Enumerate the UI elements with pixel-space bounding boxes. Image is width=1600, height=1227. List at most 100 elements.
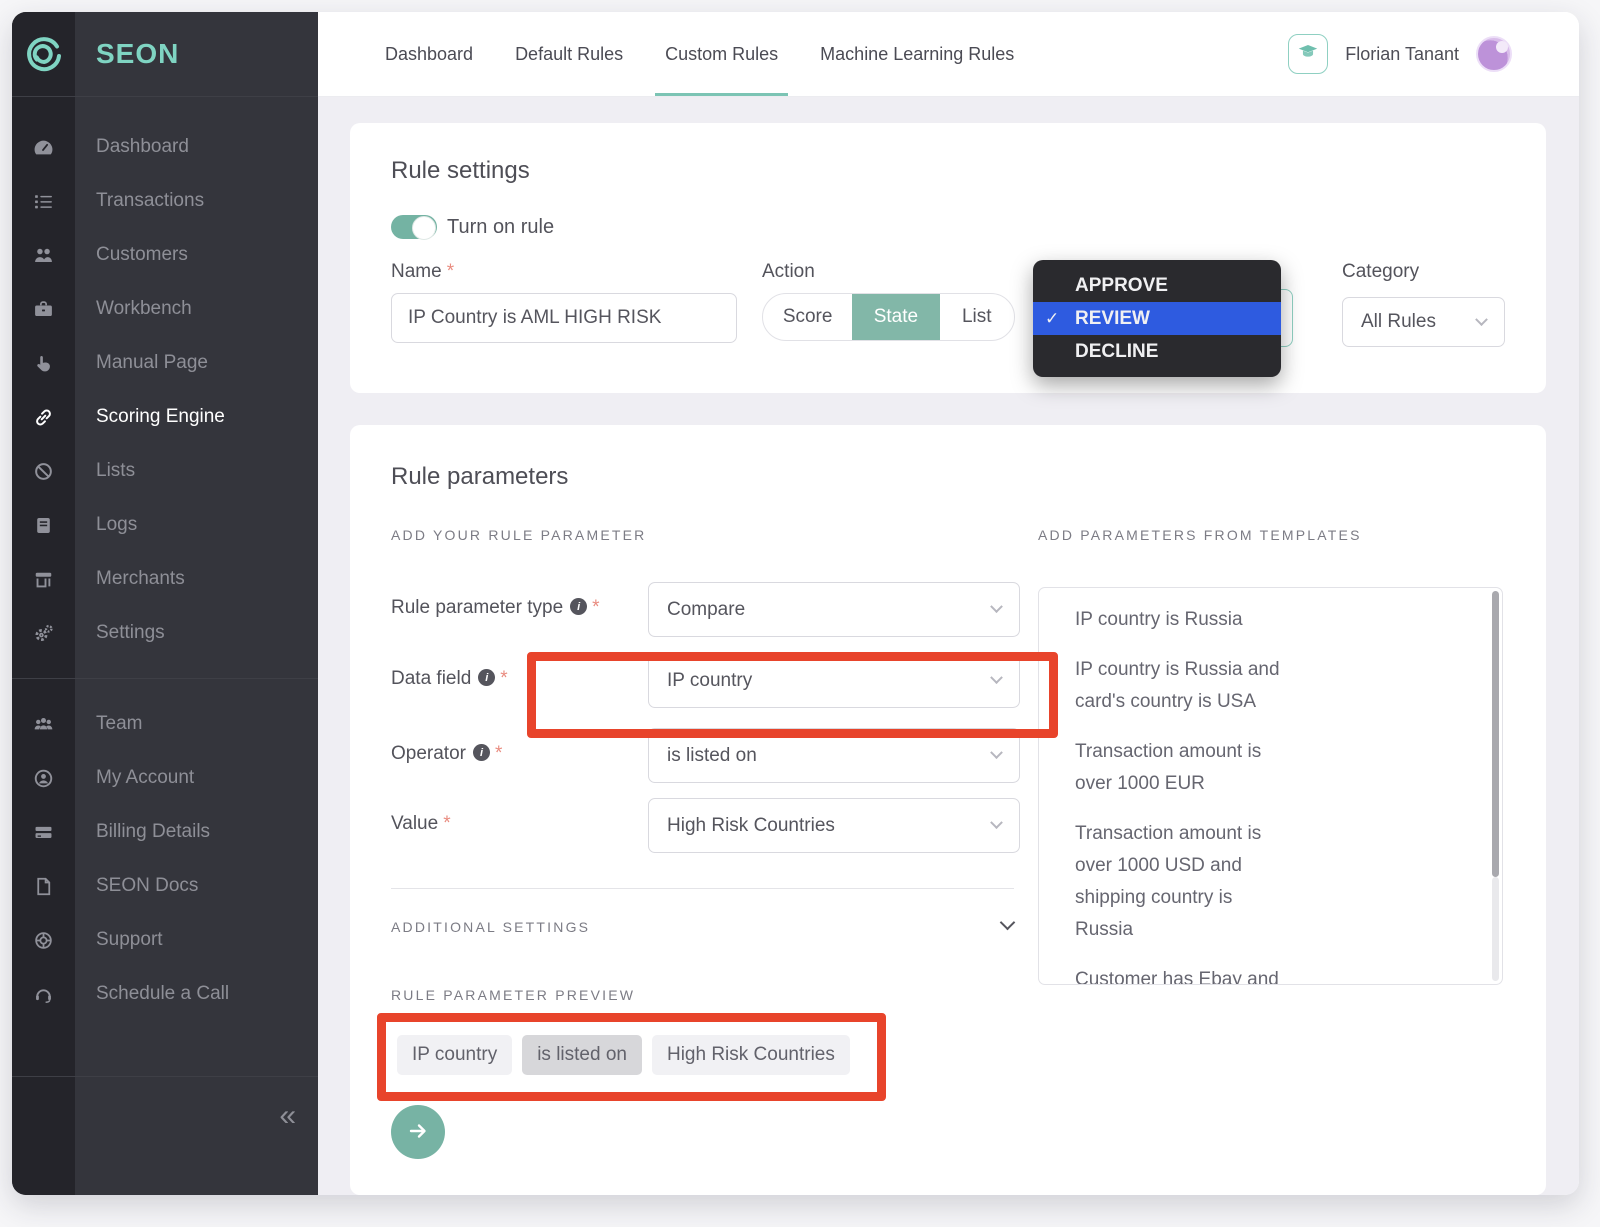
sidebar: SEON Dashboard Transactions Customers: [12, 12, 318, 1195]
preview-chip: is listed on: [522, 1035, 642, 1075]
app-window: SEON Dashboard Transactions Customers: [12, 12, 1579, 1195]
submit-parameter-button[interactable]: [391, 1105, 445, 1159]
rule-name-input[interactable]: [391, 293, 737, 343]
life-ring-icon: [12, 930, 75, 951]
team-icon: [12, 714, 75, 735]
info-icon[interactable]: [473, 744, 490, 761]
dropdown-option-decline[interactable]: DECLINE: [1033, 335, 1281, 368]
action-option-list[interactable]: List: [940, 294, 1014, 340]
required-asterisk: *: [447, 261, 454, 282]
templates-scrollbar-thumb[interactable]: [1492, 591, 1499, 877]
required-asterisk: *: [592, 597, 599, 618]
preview-chip: IP country: [397, 1035, 512, 1075]
add-rule-parameter-label: ADD YOUR RULE PARAMETER: [391, 527, 646, 543]
sidebar-item-dashboard[interactable]: Dashboard: [12, 120, 318, 174]
sidebar-item-label: Team: [96, 713, 142, 735]
sidebar-item-settings[interactable]: Settings: [12, 606, 318, 660]
sidebar-item-label: Transactions: [96, 190, 204, 212]
avatar[interactable]: [1476, 36, 1512, 72]
info-icon[interactable]: [478, 669, 495, 686]
sidebar-item-billing-details[interactable]: Billing Details: [12, 805, 318, 859]
rule-parameters-card: Rule parameters ADD YOUR RULE PARAMETER …: [350, 425, 1546, 1195]
preview-chips: IP country is listed on High Risk Countr…: [397, 1035, 850, 1075]
rule-parameters-title: Rule parameters: [391, 463, 568, 491]
sidebar-bottom-divider: [12, 1076, 318, 1077]
list-icon: [12, 191, 75, 212]
data-field-select[interactable]: IP country: [648, 653, 1020, 708]
gears-icon: [12, 623, 75, 644]
sidebar-item-scoring-engine[interactable]: Scoring Engine: [12, 390, 318, 444]
operator-label: Operator*: [391, 743, 502, 765]
sidebar-item-schedule-a-call[interactable]: Schedule a Call: [12, 967, 318, 1021]
chevron-down-icon: [990, 816, 1003, 829]
sidebar-item-label: My Account: [96, 767, 194, 789]
link-icon: [12, 407, 75, 428]
sidebar-item-my-account[interactable]: My Account: [12, 751, 318, 805]
action-option-score[interactable]: Score: [763, 294, 852, 340]
sidebar-item-workbench[interactable]: Workbench: [12, 282, 318, 336]
templates-panel: IP country is Russia IP country is Russi…: [1038, 587, 1503, 985]
template-item[interactable]: Transaction amount is over 1000 USD and …: [1075, 818, 1365, 946]
sidebar-item-logs[interactable]: Logs: [12, 498, 318, 552]
tab-default-rules[interactable]: Default Rules: [505, 12, 633, 96]
preview-chip: High Risk Countries: [652, 1035, 850, 1075]
value-select[interactable]: High Risk Countries: [648, 798, 1020, 853]
sidebar-item-manual-page[interactable]: Manual Page: [12, 336, 318, 390]
sidebar-item-label: Logs: [96, 514, 137, 536]
sidebar-item-lists[interactable]: Lists: [12, 444, 318, 498]
template-item[interactable]: IP country is Russia and card's country …: [1075, 654, 1365, 718]
category-label: Category: [1342, 261, 1419, 283]
sidebar-item-label: Settings: [96, 622, 165, 644]
tab-custom-rules[interactable]: Custom Rules: [655, 12, 788, 96]
logbook-icon: [12, 515, 75, 536]
name-label: Name*: [391, 261, 454, 283]
action-label: Action: [762, 261, 815, 283]
sidebar-secondary-group: Team My Account Billing Details: [12, 678, 318, 1021]
templates-section-label: ADD PARAMETERS FROM TEMPLATES: [1038, 527, 1362, 543]
chevron-down-icon: [990, 600, 1003, 613]
top-navigation: Dashboard Default Rules Custom Rules Mac…: [318, 12, 1579, 97]
turn-on-rule-toggle[interactable]: [391, 215, 437, 239]
template-item[interactable]: IP country is Russia: [1075, 604, 1365, 636]
additional-settings-label[interactable]: ADDITIONAL SETTINGS: [391, 919, 590, 935]
action-option-state[interactable]: State: [852, 294, 939, 340]
document-icon: [12, 876, 75, 897]
sidebar-item-transactions[interactable]: Transactions: [12, 174, 318, 228]
sidebar-item-label: Support: [96, 929, 163, 951]
academy-button[interactable]: [1288, 34, 1328, 74]
tab-machine-learning-rules[interactable]: Machine Learning Rules: [810, 12, 1024, 96]
sidebar-item-merchants[interactable]: Merchants: [12, 552, 318, 606]
arrow-right-icon: [406, 1119, 430, 1146]
sidebar-item-customers[interactable]: Customers: [12, 228, 318, 282]
rule-settings-card: Rule settings Turn on rule Name* Action …: [350, 123, 1546, 393]
collapse-sidebar-icon[interactable]: «: [279, 1099, 296, 1133]
rule-parameter-type-select[interactable]: Compare: [648, 582, 1020, 637]
sidebar-item-label: Lists: [96, 460, 135, 482]
dropdown-option-approve[interactable]: APPROVE: [1033, 269, 1281, 302]
sidebar-item-label: Manual Page: [96, 352, 208, 374]
state-dropdown-popup: APPROVE ✓REVIEW DECLINE: [1033, 260, 1281, 377]
operator-select[interactable]: is listed on: [648, 728, 1020, 783]
template-item[interactable]: Transaction amount is over 1000 EUR: [1075, 736, 1365, 800]
rule-parameter-type-value: Compare: [667, 599, 745, 621]
sidebar-item-team[interactable]: Team: [12, 697, 318, 751]
section-divider: [391, 888, 1014, 889]
info-icon[interactable]: [570, 598, 587, 615]
sidebar-item-label: Workbench: [96, 298, 192, 320]
seon-logo-icon: [12, 34, 75, 74]
chevron-down-icon: [990, 746, 1003, 759]
sidebar-item-label: Scoring Engine: [96, 406, 225, 428]
category-select[interactable]: All Rules: [1342, 297, 1505, 347]
category-value: All Rules: [1361, 311, 1436, 333]
preview-label: RULE PARAMETER PREVIEW: [391, 987, 635, 1003]
dropdown-option-review[interactable]: ✓REVIEW: [1033, 302, 1281, 335]
template-item[interactable]: Customer has Ebay and: [1075, 964, 1365, 985]
sidebar-item-seon-docs[interactable]: SEON Docs: [12, 859, 318, 913]
graduation-cap-icon: [1297, 41, 1319, 68]
additional-settings-chevron-icon[interactable]: [1000, 915, 1016, 931]
tab-dashboard[interactable]: Dashboard: [375, 12, 483, 96]
sidebar-item-support[interactable]: Support: [12, 913, 318, 967]
rule-settings-title: Rule settings: [391, 157, 530, 185]
operator-value: is listed on: [667, 745, 757, 767]
user-name[interactable]: Florian Tanant: [1345, 44, 1459, 65]
